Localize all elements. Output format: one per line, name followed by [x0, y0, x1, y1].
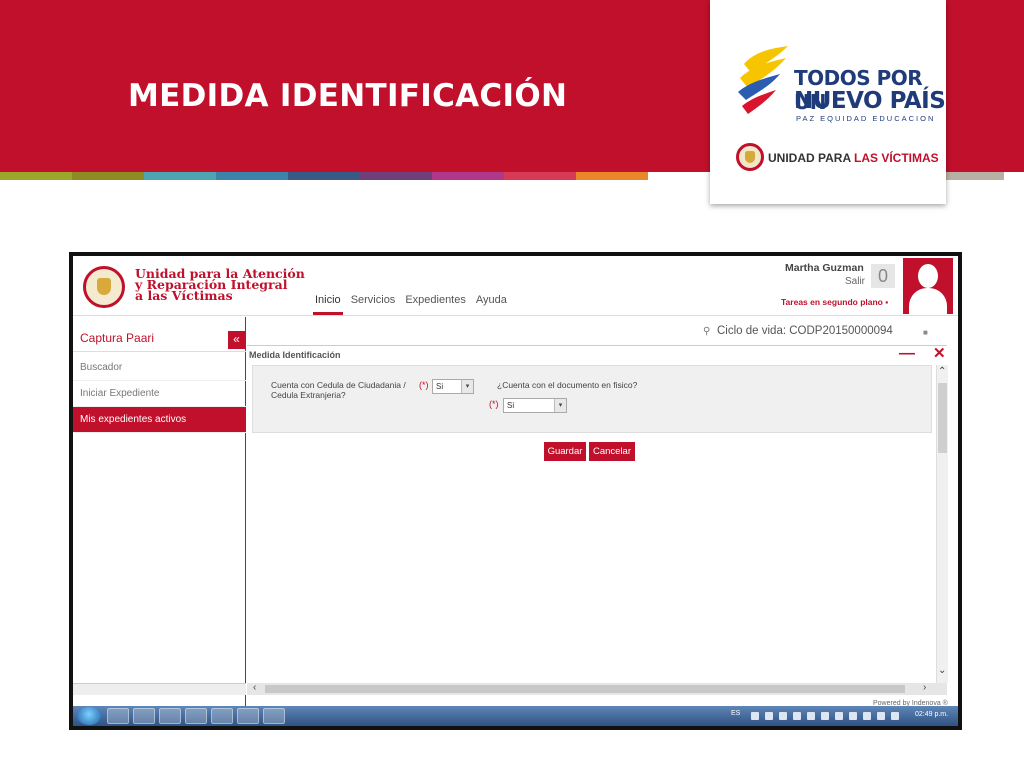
tasks-icon: ▪	[885, 297, 889, 307]
tray-mail-icon[interactable]	[807, 712, 815, 720]
close-icon[interactable]: ✕	[933, 344, 946, 362]
identification-form: Cuenta con Cedula de Ciudadania / Cedula…	[252, 365, 932, 433]
sidebar-title: Captura Paari	[80, 331, 155, 345]
chevron-left-icon[interactable]: ‹	[253, 682, 256, 693]
stripe-segment	[576, 172, 648, 180]
tray-flag-icon[interactable]	[863, 712, 871, 720]
stripe-segment	[360, 172, 432, 180]
sidebar-horizontal-scrollbar[interactable]	[73, 683, 246, 695]
tray-battery-icon[interactable]	[891, 712, 899, 720]
outlook-taskbar-icon[interactable]	[185, 708, 207, 724]
windows-taskbar: ES 02:49 p.m.	[73, 706, 958, 726]
tray-security-icon[interactable]	[849, 712, 857, 720]
user-name: Martha Guzman	[785, 262, 864, 274]
tray-keyboard-icon[interactable]	[751, 712, 759, 720]
taskbar-clock: 02:49 p.m.	[915, 711, 949, 718]
main-nav: Inicio Servicios Expedientes Ayuda	[313, 292, 509, 315]
tray-pdf-icon[interactable]	[793, 712, 801, 720]
folder-taskbar-icon[interactable]	[159, 708, 181, 724]
nav-expedientes[interactable]: Expedientes	[403, 292, 468, 315]
save-button[interactable]: Guardar	[544, 442, 586, 461]
panel-title: Medida Identificación	[249, 350, 341, 360]
panel-header: Medida Identificación — ✕	[247, 345, 947, 365]
lifecycle-menu-icon[interactable]: ■	[923, 328, 928, 337]
collapse-sidebar-button[interactable]: «	[228, 331, 245, 349]
nav-inicio[interactable]: Inicio	[313, 292, 343, 315]
app-screen: Unidad para la Atención y Reparación Int…	[73, 256, 958, 726]
stripe-segment	[0, 172, 72, 180]
media-taskbar-icon[interactable]	[133, 708, 155, 724]
nav-servicios[interactable]: Servicios	[349, 292, 398, 315]
tray-network-icon[interactable]	[765, 712, 773, 720]
sidebar-item-iniciar-expediente[interactable]: Iniciar Expediente	[73, 381, 246, 407]
lifecycle-icon: ⚲	[703, 326, 711, 337]
logo-text-line2: NUEVO PAÍS	[794, 88, 946, 114]
institution-name: Unidad para la Atención y Reparación Int…	[135, 267, 305, 302]
stripe-segment	[432, 172, 504, 180]
horizontal-scrollbar[interactable]: ‹ ›	[247, 682, 947, 695]
institution-seal-icon	[83, 266, 125, 308]
tray-signal-icon[interactable]	[779, 712, 787, 720]
logout-link[interactable]: Salir	[845, 276, 865, 287]
physical-document-select[interactable]: Si ▾	[503, 398, 567, 413]
logo-unidad-text: UNIDAD PARA LAS VÍCTIMAS	[768, 151, 939, 165]
horizontal-scrollbar-thumb[interactable]	[265, 685, 905, 693]
background-tasks-link[interactable]: Tareas en segundo plano ▪	[781, 297, 888, 307]
required-marker: (*)	[489, 399, 499, 409]
chevron-down-icon: ▾	[554, 399, 566, 412]
stripe-segment	[72, 172, 144, 180]
logo-tagline: PAZ EQUIDAD EDUCACION	[796, 114, 936, 123]
paint-taskbar-icon[interactable]	[237, 708, 259, 724]
colombia-flag-icon	[738, 46, 788, 114]
cedula-select[interactable]: Si ▾	[432, 379, 474, 394]
tray-app-icon[interactable]	[835, 712, 843, 720]
app-header: Unidad para la Atención y Reparación Int…	[73, 256, 958, 316]
sidebar-item-mis-expedientes[interactable]: Mis expedientes activos	[73, 407, 246, 433]
tray-outlook-icon[interactable]	[821, 712, 829, 720]
stripe-segment	[504, 172, 576, 180]
required-marker: (*)	[419, 380, 429, 390]
notification-badge[interactable]: 0	[871, 264, 895, 288]
sidebar-item-buscador[interactable]: Buscador	[73, 355, 246, 381]
slide-title: MEDIDA IDENTIFICACIÓN	[128, 78, 568, 114]
cancel-button[interactable]: Cancelar	[589, 442, 635, 461]
language-indicator[interactable]: ES	[731, 710, 740, 717]
nav-ayuda[interactable]: Ayuda	[474, 292, 509, 315]
chevron-down-icon: ▾	[461, 380, 473, 393]
powerpoint-taskbar-icon[interactable]	[263, 708, 285, 724]
tray-volume-icon[interactable]	[877, 712, 885, 720]
main-content: ⚲ Ciclo de vida: CODP20150000094 ■ Medid…	[247, 317, 958, 726]
screenshot-frame: Unidad para la Atención y Reparación Int…	[69, 252, 962, 730]
stripe-segment	[144, 172, 216, 180]
physical-document-select-value: Si	[507, 401, 515, 410]
sidebar: Captura Paari « Buscador Iniciar Expedie…	[73, 317, 246, 726]
lifecycle-label: Ciclo de vida: CODP20150000094	[717, 325, 893, 337]
user-avatar[interactable]	[903, 258, 953, 314]
physical-document-question-label: ¿Cuenta con el documento en fisico?	[497, 380, 638, 390]
cedula-select-value: Si	[436, 382, 444, 391]
windows-start-icon[interactable]	[77, 707, 101, 725]
sidebar-divider	[73, 351, 246, 352]
excel-taskbar-icon[interactable]	[211, 708, 233, 724]
coat-of-arms-icon	[736, 143, 764, 171]
logo-card: TODOS POR UN NUEVO PAÍS PAZ EQUIDAD EDUC…	[710, 0, 946, 204]
cedula-question-label: Cuenta con Cedula de Ciudadania / Cedula…	[271, 380, 406, 400]
chevron-up-icon[interactable]: ⌃	[938, 366, 946, 377]
minimize-icon[interactable]: —	[899, 346, 915, 362]
stripe-segment	[216, 172, 288, 180]
vertical-scrollbar-thumb[interactable]	[938, 383, 947, 453]
slide: MEDIDA IDENTIFICACIÓN TODOS POR UN NUEVO…	[0, 0, 1024, 768]
chevron-down-icon[interactable]: ⌄	[938, 665, 946, 676]
ie-taskbar-icon[interactable]	[107, 708, 129, 724]
chevron-right-icon[interactable]: ›	[923, 682, 926, 693]
vertical-scrollbar[interactable]: ⌃ ⌄	[936, 365, 948, 683]
stripe-segment	[288, 172, 360, 180]
